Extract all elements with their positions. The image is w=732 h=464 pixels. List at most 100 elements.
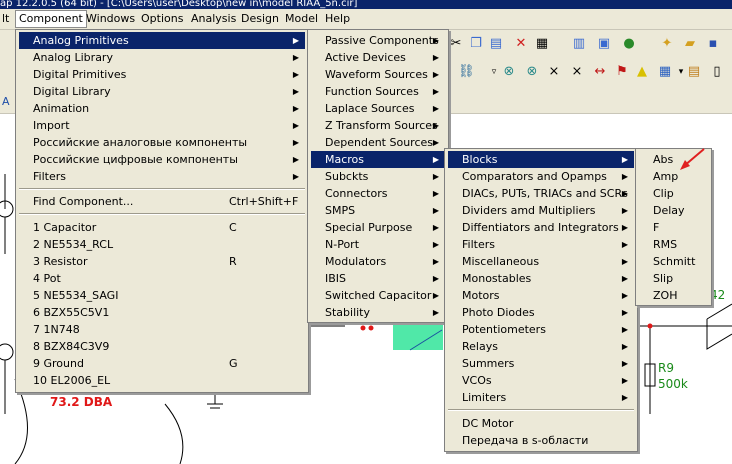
paste-icon[interactable]: ▤ xyxy=(488,36,504,52)
menu-design[interactable]: Design xyxy=(238,11,282,27)
menu-item-dependent-sources[interactable]: Dependent Sources ▶ xyxy=(311,134,445,151)
menu-item-clip[interactable]: Clip xyxy=(639,185,708,202)
menu-item-animation[interactable]: Animation ▶ xyxy=(19,100,305,117)
menu-item-blocks[interactable]: Blocks ▶ xyxy=(448,151,634,168)
recent-item[interactable]: 10 EL2006_EL xyxy=(19,372,305,389)
align-icon[interactable]: ⛓ xyxy=(458,64,475,80)
probe2-icon[interactable]: ⊗ xyxy=(524,64,540,80)
text-tool-icon[interactable]: A xyxy=(2,95,10,108)
menu-item-subckts[interactable]: Subckts ▶ xyxy=(311,168,445,185)
globe-icon[interactable]: ● xyxy=(621,36,637,52)
menu-item-special-purpose[interactable]: Special Purpose ▶ xyxy=(311,219,445,236)
save-icon[interactable]: ▪ xyxy=(705,36,721,52)
scissor2-icon[interactable]: ⨯ xyxy=(569,64,585,80)
scissor-icon[interactable]: ⨯ xyxy=(546,64,562,80)
menu-item-z-transform-sources[interactable]: Z Transform Sources ▶ xyxy=(311,117,445,134)
recent-item[interactable]: 6 BZX55C5V1 xyxy=(19,304,305,321)
select-icon[interactable]: ▦ xyxy=(534,36,550,52)
recent-item[interactable]: 7 1N748 xyxy=(19,321,305,338)
menu-item-label: Stability xyxy=(325,306,371,319)
menu-item-modulators[interactable]: Modulators ▶ xyxy=(311,253,445,270)
recent-item[interactable]: 3 Resistor R xyxy=(19,253,305,270)
menu-item-n-port[interactable]: N-Port ▶ xyxy=(311,236,445,253)
cut-icon[interactable]: ✂ xyxy=(448,36,464,52)
menu-item-dc-motor[interactable]: DC Motor xyxy=(448,415,634,432)
menu-item-summers[interactable]: Summers ▶ xyxy=(448,355,634,372)
menu-item-ibis[interactable]: IBIS ▶ xyxy=(311,270,445,287)
warning-icon[interactable]: ▲ xyxy=(634,64,650,80)
table-icon[interactable]: ▤ xyxy=(686,64,702,80)
menu-item-delay[interactable]: Delay xyxy=(639,202,708,219)
menu-item-switched-capacitor[interactable]: Switched Capacitor ▶ xyxy=(311,287,445,304)
recent-item[interactable]: 9 Ground G xyxy=(19,355,305,372)
menu-item-motors[interactable]: Motors ▶ xyxy=(448,287,634,304)
menu-item-function-sources[interactable]: Function Sources ▶ xyxy=(311,83,445,100)
menu-help[interactable]: Help xyxy=(322,11,353,27)
dropdown-icon[interactable]: ▿ xyxy=(486,64,502,80)
menu-item-ru-digital[interactable]: Российские цифровые компоненты ▶ xyxy=(19,151,305,168)
menu-item-smps[interactable]: SMPS ▶ xyxy=(311,202,445,219)
menu-item-import[interactable]: Import ▶ xyxy=(19,117,305,134)
grid-icon[interactable]: ▦ xyxy=(657,64,673,80)
open-icon[interactable]: ▰ xyxy=(682,36,698,52)
menu-item-analog-primitives[interactable]: Analog Primitives ▶ xyxy=(19,32,305,49)
menu-item-comparators-and-opamps[interactable]: Comparators and Opamps ▶ xyxy=(448,168,634,185)
menu-item-vcos[interactable]: VCOs ▶ xyxy=(448,372,634,389)
menu-item-zoh[interactable]: ZOH xyxy=(639,287,708,304)
menu-item-potentiometers[interactable]: Potentiometers ▶ xyxy=(448,321,634,338)
new-icon[interactable]: ✦ xyxy=(659,36,675,52)
menu-item-diacs-puts-triacs-and-scrs[interactable]: DIACs, PUTs, TRIACs and SCRs ▶ xyxy=(448,185,634,202)
book-icon[interactable]: ▥ xyxy=(571,36,587,52)
menu-item-passive-components[interactable]: Passive Components ▶ xyxy=(311,32,445,49)
menu-item-miscellaneous[interactable]: Miscellaneous ▶ xyxy=(448,253,634,270)
recent-item[interactable]: 8 BZX84C3V9 xyxy=(19,338,305,355)
menu-item-s-domain-transfer[interactable]: Передача в s-области xyxy=(448,432,634,449)
menu-item-slip[interactable]: Slip xyxy=(639,270,708,287)
menu-item-ru-analog[interactable]: Российские аналоговые компоненты ▶ xyxy=(19,134,305,151)
submenu-arrow-icon: ▶ xyxy=(432,223,439,232)
menu-options[interactable]: Options xyxy=(138,11,186,27)
partial-label: 42 xyxy=(710,288,726,302)
menu-item-diffentiators-and-integrators[interactable]: Diffentiators and Integrators ▶ xyxy=(448,219,634,236)
flag-icon[interactable]: ⚑ xyxy=(614,64,630,80)
recent-item[interactable]: 5 NE5534_SAGI xyxy=(19,287,305,304)
shortcut-text: R xyxy=(229,255,237,268)
menu-item-find-component[interactable]: Find Component... Ctrl+Shift+F xyxy=(19,193,305,210)
menu-item-analog-library[interactable]: Analog Library ▶ xyxy=(19,49,305,66)
probe-icon[interactable]: ⊗ xyxy=(501,64,517,80)
menu-item-monostables[interactable]: Monostables ▶ xyxy=(448,270,634,287)
node-link-icon[interactable]: ↔ xyxy=(592,64,608,80)
menu-windows[interactable]: Windows xyxy=(83,11,138,27)
recent-item[interactable]: 1 Capacitor C xyxy=(19,219,305,236)
page-icon[interactable]: ▯ xyxy=(709,64,725,80)
copy-icon[interactable]: ❐ xyxy=(468,36,484,52)
menu-item-label: Find Component... xyxy=(33,195,134,208)
menu-component[interactable]: Component xyxy=(15,10,87,28)
library-icon[interactable]: ▣ xyxy=(596,36,612,52)
menu-item-dividers-amd-multipliers[interactable]: Dividers amd Multipliers ▶ xyxy=(448,202,634,219)
menu-analysis[interactable]: Analysis xyxy=(188,11,239,27)
menu-item-stability[interactable]: Stability ▶ xyxy=(311,304,445,321)
menu-item-filters[interactable]: Filters ▶ xyxy=(19,168,305,185)
menu-model[interactable]: Model xyxy=(282,11,321,27)
recent-item[interactable]: 4 Pot xyxy=(19,270,305,287)
menu-file[interactable]: lt xyxy=(0,11,12,27)
menu-item-digital-library[interactable]: Digital Library ▶ xyxy=(19,83,305,100)
menu-item-macros[interactable]: Macros ▶ xyxy=(311,151,445,168)
toolbar-row-2: ⛓ ▿ ⊗ ⊗ ⨯ ⨯ ↔ ⚑ ▲ ▦ ▾ ▤ ▯ xyxy=(446,64,732,84)
menu-item-limiters[interactable]: Limiters ▶ xyxy=(448,389,634,406)
menu-item-waveform-sources[interactable]: Waveform Sources ▶ xyxy=(311,66,445,83)
menu-item-connectors[interactable]: Connectors ▶ xyxy=(311,185,445,202)
menu-item-relays[interactable]: Relays ▶ xyxy=(448,338,634,355)
menu-item-laplace-sources[interactable]: Laplace Sources ▶ xyxy=(311,100,445,117)
recent-item[interactable]: 2 NE5534_RCL xyxy=(19,236,305,253)
menu-item-filters[interactable]: Filters ▶ xyxy=(448,236,634,253)
menu-item-rms[interactable]: RMS xyxy=(639,236,708,253)
menu-item-active-devices[interactable]: Active Devices ▶ xyxy=(311,49,445,66)
delete-icon[interactable]: ✕ xyxy=(513,36,529,52)
menu-item-f[interactable]: F xyxy=(639,219,708,236)
menu-item-digital-primitives[interactable]: Digital Primitives ▶ xyxy=(19,66,305,83)
menu-item-photo-diodes[interactable]: Photo Diodes ▶ xyxy=(448,304,634,321)
submenu-arrow-icon: ▶ xyxy=(432,87,439,96)
menu-item-schmitt[interactable]: Schmitt xyxy=(639,253,708,270)
